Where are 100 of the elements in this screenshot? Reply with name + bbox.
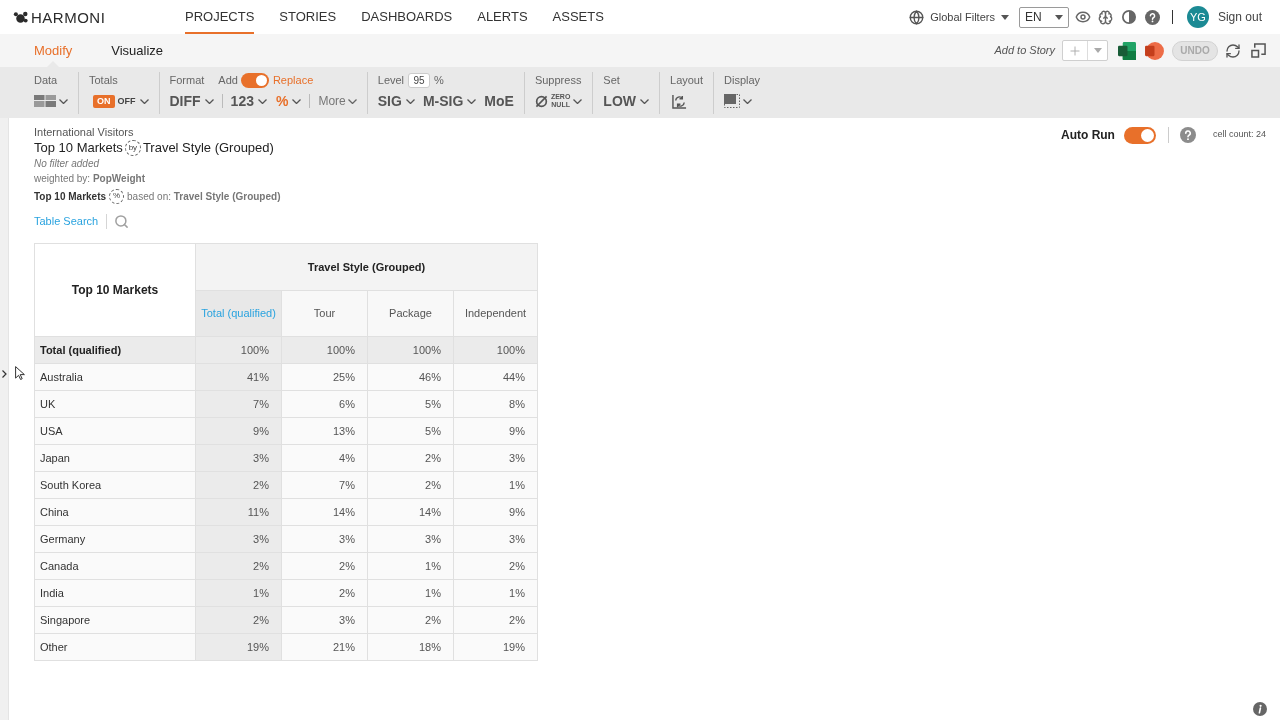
table-cell: 1% [195,579,282,607]
chevron-down-icon [573,98,583,104]
table-cell: 21% [281,633,368,661]
option-label: Add [218,72,238,88]
global-filters-button[interactable]: Global Filters [930,8,1009,26]
option-dropdown[interactable]: 123 [230,90,267,112]
row-label-cell: Singapore [34,606,196,634]
table-cell: 4% [281,444,368,472]
nav-tab[interactable]: DASHBOARDS [361,0,453,34]
group-label: Display [724,72,761,88]
search-icon[interactable] [114,213,130,229]
expand-icon[interactable] [1,370,7,378]
eye-icon[interactable] [1074,9,1091,25]
logo-text: HARMONI [31,9,106,25]
table-cell: 100% [195,336,282,364]
totals-toggle[interactable]: ON OFF [93,94,149,108]
option-button[interactable]: MoE [484,90,514,112]
nav-tab[interactable]: STORIES [279,0,337,34]
help-icon[interactable] [1179,127,1196,143]
table-cell: 1% [367,552,454,580]
column-group-header: Travel Style (Grouped) [195,243,538,291]
globe-icon[interactable] [909,9,925,25]
display-button[interactable] [724,94,753,108]
table-cell: 18% [367,633,454,661]
add-to-story-label: Add to Story [994,43,1055,59]
table-cell: 2% [367,444,454,472]
column-header-cell: Independent [453,290,538,337]
more-button[interactable]: More [318,92,357,110]
table-cell: 3% [453,444,538,472]
refresh-icon[interactable] [1225,42,1241,59]
row-label-cell: UK [34,390,196,418]
table-cell: 3% [367,525,454,553]
option-dropdown[interactable]: SIG [377,90,415,112]
auto-run-switch[interactable] [1123,126,1156,144]
option-dropdown[interactable]: M-SIG [422,90,477,112]
data-view-button[interactable] [34,95,68,107]
chevron-down-icon [347,98,357,104]
table-cell: 2% [281,579,368,607]
chevron-down-icon [257,98,267,104]
group-label: Data [34,72,58,88]
table-cell: 46% [367,363,454,391]
table-cell: 2% [453,552,538,580]
table-cell: 19% [453,633,538,661]
group-label: Layout [670,72,704,88]
table-cell: 41% [195,363,282,391]
add-replace-switch[interactable] [240,72,269,88]
row-label-cell: South Korea [34,471,196,499]
chevron-down-icon [405,98,415,104]
set-dropdown[interactable]: LOW [603,90,649,112]
row-label-cell: China [34,498,196,526]
table-cell: 1% [453,579,538,607]
spreadsheet-icon[interactable] [1118,41,1136,60]
table-cell: 3% [281,606,368,634]
cell-count: cell count: 24 [1212,128,1266,142]
table-cell: 1% [367,579,454,607]
user-avatar[interactable]: YG [1186,6,1209,28]
sign-out-link[interactable]: Sign out [1217,8,1262,26]
table-cell: 100% [453,336,538,364]
table-cell: 3% [281,525,368,553]
table-cell: 9% [453,498,538,526]
logo-mark-icon [13,11,28,23]
table-cell: 3% [195,444,282,472]
table-cell: 44% [453,363,538,391]
chevron-down-icon [204,98,214,104]
columns-variable: Travel Style (Grouped) [142,139,274,158]
nav-tab[interactable]: ALERTS [477,0,528,34]
contrast-icon[interactable] [1121,10,1136,24]
row-label-cell: Total (qualified) [34,336,196,364]
table-cell: 8% [453,390,538,418]
brain-icon[interactable] [1097,9,1113,25]
mode-tab[interactable]: Visualize [111,34,164,67]
caret-down-icon [1000,14,1009,20]
slides-icon[interactable] [1145,41,1164,60]
chevron-down-icon [139,98,149,104]
option-label: Replace [272,72,314,88]
help-icon[interactable] [1144,9,1160,25]
chevron-down-icon [292,98,302,104]
weighting-text: weighted by: PopWeight [34,172,146,186]
group-label: Level [377,72,405,88]
table-cell: 7% [281,471,368,499]
auto-run-label: Auto Run [1060,127,1115,144]
option-dropdown[interactable]: DIFF [169,90,214,112]
table-cell: 6% [281,390,368,418]
row-label-cell: Canada [34,552,196,580]
table-cell: 19% [195,633,282,661]
table-cell: 14% [367,498,454,526]
unit-label: % [434,72,444,88]
level-input[interactable]: 95 [408,72,431,88]
window-arrow-icon[interactable] [1251,43,1266,58]
chevron-down-icon [59,98,68,104]
column-header-cell: Total (qualified) [195,290,282,337]
column-header-cell: Tour [281,290,368,337]
swap-layout-icon[interactable] [672,93,687,109]
table-cell: 2% [195,552,282,580]
nav-tab[interactable]: ASSETS [552,0,604,34]
table-cell: 2% [367,471,454,499]
info-icon[interactable] [1253,702,1267,716]
table-cell: 2% [453,606,538,634]
language-select[interactable]: EN [1018,6,1069,28]
column-header-cell: Package [367,290,454,337]
